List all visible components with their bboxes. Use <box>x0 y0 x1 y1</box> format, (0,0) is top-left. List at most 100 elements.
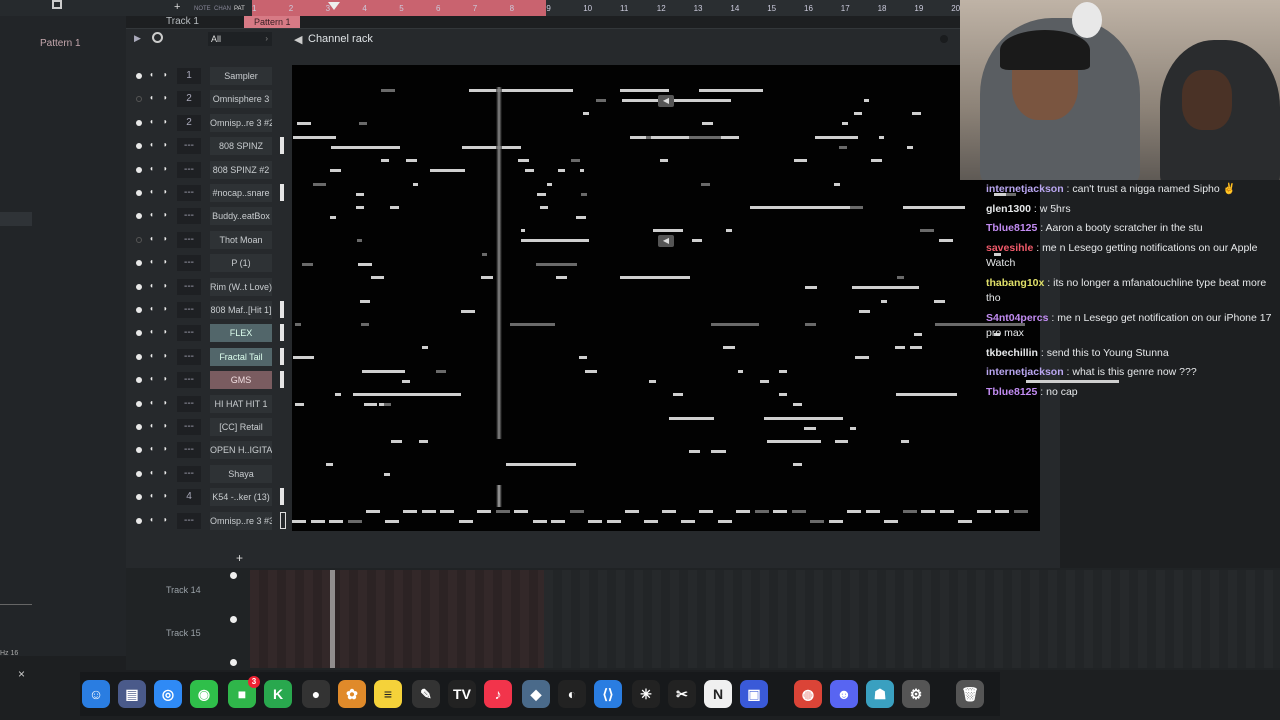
channel-filter-select[interactable]: All › <box>208 32 272 46</box>
files-icon[interactable]: ▤ <box>118 680 146 708</box>
messages-icon[interactable]: ◉ <box>190 680 218 708</box>
close-icon[interactable]: × <box>18 667 25 681</box>
chat-username[interactable]: S4nt04percs <box>986 312 1048 324</box>
browser-selection[interactable] <box>0 212 32 226</box>
mixer-track-number[interactable]: 2 <box>177 91 201 108</box>
pan-knob-icon[interactable]: ◖ <box>149 211 157 219</box>
channel-row[interactable]: ◖ ◗ --- 808 SPINZ <box>126 135 286 158</box>
channel-mute-led[interactable] <box>136 73 142 79</box>
channel-mute-led[interactable] <box>136 377 142 384</box>
volume-knob-icon[interactable]: ◗ <box>163 422 171 430</box>
pan-knob-icon[interactable]: ◖ <box>149 188 157 196</box>
mixer-track-number[interactable]: --- <box>177 512 201 529</box>
channel-row[interactable]: ◖ ◗ --- OPEN H..IGITAL <box>126 439 286 462</box>
volume-knob-icon[interactable]: ◗ <box>163 328 171 336</box>
track-13-mute[interactable] <box>230 572 237 579</box>
pan-knob-icon[interactable]: ◖ <box>149 328 157 336</box>
channel-row[interactable]: ◖ ◗ --- Fractal Tail <box>126 346 286 369</box>
mixer-track-number[interactable]: --- <box>177 465 201 482</box>
pattern-clip[interactable]: Pattern 1 <box>244 16 300 28</box>
trash-icon[interactable]: 🗑 <box>956 680 984 708</box>
notion-icon[interactable]: N <box>704 680 732 708</box>
channel-row[interactable]: ◖ ◗ --- 808 SPINZ #2 <box>126 159 286 182</box>
volume-knob-icon[interactable]: ◗ <box>163 398 171 407</box>
mixer-track-number[interactable]: --- <box>177 302 201 318</box>
chan-mode-label[interactable]: CHAN <box>214 6 231 12</box>
channel-name-button[interactable]: K54 -..ker (13) <box>210 488 272 507</box>
channel-name-button[interactable]: Sampler <box>210 67 272 85</box>
pan-knob-icon[interactable]: ◖ <box>149 258 157 266</box>
discord-icon[interactable]: ☻ <box>830 680 858 708</box>
github-icon[interactable]: ◐ <box>558 680 586 708</box>
volume-knob-icon[interactable]: ◗ <box>163 117 171 126</box>
facetime-icon[interactable]: ■ 3 <box>228 676 260 708</box>
piano-roll-preview[interactable]: ◀ ◀ <box>292 65 1119 531</box>
fl-studio-icon[interactable]: ✿ <box>338 680 366 708</box>
channel-row[interactable]: ◖ ◗ 4 K54 -..ker (13) <box>126 486 286 509</box>
pan-knob-icon[interactable]: ◖ <box>149 492 157 500</box>
pan-knob-icon[interactable]: ◖ <box>149 234 157 243</box>
add-channel-button[interactable]: + <box>236 551 243 565</box>
note-mode-label[interactable]: NOTE <box>194 6 211 12</box>
volume-knob-icon[interactable]: ◗ <box>163 258 171 266</box>
pan-knob-icon[interactable]: ◖ <box>149 281 157 290</box>
channel-row[interactable]: ◖ ◗ --- Omnisp..re 3 #3 <box>126 510 286 533</box>
muted-speaker-icon[interactable]: ◀ <box>658 95 674 107</box>
channel-row[interactable]: ◖ ◗ --- [CC] Retail <box>126 416 286 439</box>
channel-mute-led[interactable] <box>136 470 142 477</box>
volume-knob-icon[interactable]: ◗ <box>163 164 171 173</box>
channel-name-button[interactable]: Thot Moan <box>210 230 272 249</box>
tradingview-icon[interactable]: TV <box>448 680 476 708</box>
channel-select-indicator[interactable] <box>280 184 284 201</box>
pan-knob-icon[interactable]: ◖ <box>149 468 157 477</box>
swing-knob[interactable] <box>152 32 163 43</box>
mixer-track-number[interactable]: --- <box>177 208 201 225</box>
mixer-track-number[interactable]: --- <box>177 348 201 365</box>
pan-knob-icon[interactable]: ◖ <box>149 71 157 79</box>
chat-username[interactable]: Tblue8125 <box>986 222 1037 234</box>
channel-row[interactable]: ◖ ◗ --- P (1) <box>126 252 286 275</box>
pan-knob-icon[interactable]: ◖ <box>149 141 157 149</box>
channel-name-button[interactable]: Shaya <box>210 464 272 483</box>
mixer-track-number[interactable]: 4 <box>177 489 201 506</box>
channel-select-indicator[interactable] <box>280 371 284 389</box>
channel-name-button[interactable]: Omnisphere 3 <box>210 90 272 109</box>
box-icon[interactable]: ▣ <box>740 680 768 708</box>
pan-knob-icon[interactable]: ◖ <box>149 94 157 102</box>
pan-knob-icon[interactable]: ◖ <box>149 351 157 360</box>
channel-name-button[interactable]: [CC] Retail <box>210 418 272 436</box>
volume-knob-icon[interactable]: ◗ <box>163 468 171 477</box>
kontakt-icon[interactable]: K <box>264 680 292 708</box>
mixer-track-number[interactable]: --- <box>177 325 201 342</box>
mixer-track-number[interactable]: 2 <box>177 114 201 131</box>
channel-row[interactable]: ◖ ◗ --- FLEX <box>126 322 286 345</box>
settings-icon[interactable]: ⚙ <box>902 680 930 708</box>
volume-knob-icon[interactable]: ◗ <box>163 492 171 500</box>
channel-mute-led[interactable] <box>136 283 142 290</box>
channel-mute-led[interactable] <box>136 424 142 430</box>
channel-row[interactable]: ◖ ◗ --- Shaya <box>126 463 286 486</box>
channel-row[interactable]: ◖ ◗ --- #nocap..snare <box>126 182 286 205</box>
track-15-mute[interactable] <box>230 659 237 666</box>
timeline-ruler[interactable]: 1 2 3 4 5 6 7 8 9 10 11 12 13 14 15 16 17 18 19 20 <box>252 0 960 16</box>
pen-icon[interactable]: ✎ <box>412 680 440 708</box>
channel-mute-led[interactable] <box>136 96 142 103</box>
mixer-track-number[interactable]: --- <box>177 442 201 459</box>
music-icon[interactable]: ♪ <box>484 680 512 708</box>
instruments-icon[interactable]: ☗ <box>866 680 894 708</box>
chat-username[interactable]: tkbechillin <box>986 347 1038 359</box>
channel-row[interactable]: ◖ ◗ --- Thot Moan <box>126 229 286 252</box>
pan-knob-icon[interactable]: ◖ <box>149 164 157 173</box>
channel-name-button[interactable]: GMS <box>210 371 272 390</box>
channel-mute-led[interactable] <box>136 143 142 150</box>
channel-select-indicator[interactable] <box>280 324 284 342</box>
chat-username[interactable]: internetjackson <box>986 366 1064 378</box>
track-lane-active[interactable] <box>250 570 544 668</box>
channel-name-button[interactable]: 808 Maf..[Hit 1] <box>210 301 272 319</box>
mixer-track-number[interactable]: --- <box>177 161 201 178</box>
davinci-icon[interactable]: ◆ <box>522 680 550 708</box>
chat-username[interactable]: thabang10x <box>986 277 1044 289</box>
channel-name-button[interactable]: #nocap..snare <box>210 184 272 202</box>
channel-select-indicator[interactable] <box>280 137 284 155</box>
volume-knob-icon[interactable]: ◗ <box>163 445 171 453</box>
